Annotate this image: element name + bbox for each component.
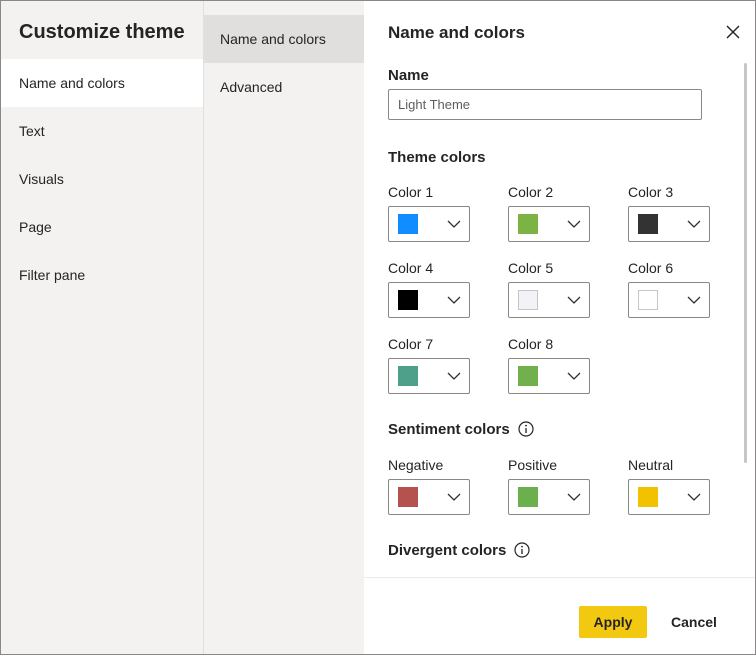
- color-2-label: Color 2: [508, 184, 554, 200]
- primary-nav: Customize theme Name and colors Text Vis…: [1, 1, 203, 654]
- color-6-picker[interactable]: [628, 282, 710, 318]
- color-6-swatch: [638, 290, 658, 310]
- dialog-footer: Apply Cancel: [364, 577, 755, 654]
- neutral-color-picker[interactable]: [628, 479, 710, 515]
- color-7-picker[interactable]: [388, 358, 470, 394]
- color-7-label: Color 7: [388, 336, 434, 352]
- chevron-down-icon: [447, 220, 461, 228]
- positive-label: Positive: [508, 457, 558, 473]
- chevron-down-icon: [447, 372, 461, 380]
- color-2-picker[interactable]: [508, 206, 590, 242]
- color-3-label: Color 3: [628, 184, 674, 200]
- theme-name-input[interactable]: Light Theme: [388, 89, 702, 120]
- color-1-picker[interactable]: [388, 206, 470, 242]
- subnav-item-advanced[interactable]: Advanced: [204, 63, 364, 111]
- color-3-swatch: [638, 214, 658, 234]
- theme-colors-heading: Theme colors: [388, 149, 486, 166]
- color-8-label: Color 8: [508, 336, 554, 352]
- positive-swatch: [518, 487, 538, 507]
- nav-item-page[interactable]: Page: [1, 203, 203, 251]
- negative-label: Negative: [388, 457, 444, 473]
- color-6-label: Color 6: [628, 260, 674, 276]
- apply-button[interactable]: Apply: [579, 606, 647, 638]
- neutral-swatch: [638, 487, 658, 507]
- chevron-down-icon: [447, 296, 461, 304]
- info-icon[interactable]: [514, 542, 530, 558]
- nav-item-text[interactable]: Text: [1, 107, 203, 155]
- divergent-colors-heading: Divergent colors: [388, 542, 507, 559]
- main-panel: Name and colors Name Light Theme Theme c…: [364, 1, 755, 654]
- color-4-swatch: [398, 290, 418, 310]
- name-label: Name: [388, 67, 429, 84]
- chevron-down-icon: [687, 493, 701, 501]
- chevron-down-icon: [567, 493, 581, 501]
- nav-item-filter-pane[interactable]: Filter pane: [1, 251, 203, 299]
- color-3-picker[interactable]: [628, 206, 710, 242]
- chevron-down-icon: [567, 296, 581, 304]
- color-1-label: Color 1: [388, 184, 434, 200]
- color-5-swatch: [518, 290, 538, 310]
- neutral-label: Neutral: [628, 457, 674, 473]
- positive-color-picker[interactable]: [508, 479, 590, 515]
- panel-title: Name and colors: [388, 23, 525, 42]
- close-icon[interactable]: [724, 23, 742, 41]
- chevron-down-icon: [567, 372, 581, 380]
- sentiment-colors-heading: Sentiment colors: [388, 421, 510, 438]
- info-icon[interactable]: [518, 421, 534, 437]
- subnav-item-name-and-colors[interactable]: Name and colors: [204, 15, 364, 63]
- chevron-down-icon: [447, 493, 461, 501]
- color-4-picker[interactable]: [388, 282, 470, 318]
- color-7-swatch: [398, 366, 418, 386]
- negative-swatch: [398, 487, 418, 507]
- chevron-down-icon: [567, 220, 581, 228]
- color-8-swatch: [518, 366, 538, 386]
- chevron-down-icon: [687, 296, 701, 304]
- customize-theme-dialog: Customize theme Name and colors Text Vis…: [0, 0, 756, 655]
- cancel-button[interactable]: Cancel: [662, 606, 726, 638]
- nav-item-visuals[interactable]: Visuals: [1, 155, 203, 203]
- chevron-down-icon: [687, 220, 701, 228]
- color-5-label: Color 5: [508, 260, 554, 276]
- color-5-picker[interactable]: [508, 282, 590, 318]
- color-4-label: Color 4: [388, 260, 434, 276]
- color-8-picker[interactable]: [508, 358, 590, 394]
- color-2-swatch: [518, 214, 538, 234]
- color-1-swatch: [398, 214, 418, 234]
- secondary-nav: Name and colors Advanced: [203, 1, 364, 654]
- nav-item-name-and-colors[interactable]: Name and colors: [1, 59, 203, 107]
- dialog-title: Customize theme: [19, 21, 185, 43]
- negative-color-picker[interactable]: [388, 479, 470, 515]
- scrollbar[interactable]: [744, 63, 747, 463]
